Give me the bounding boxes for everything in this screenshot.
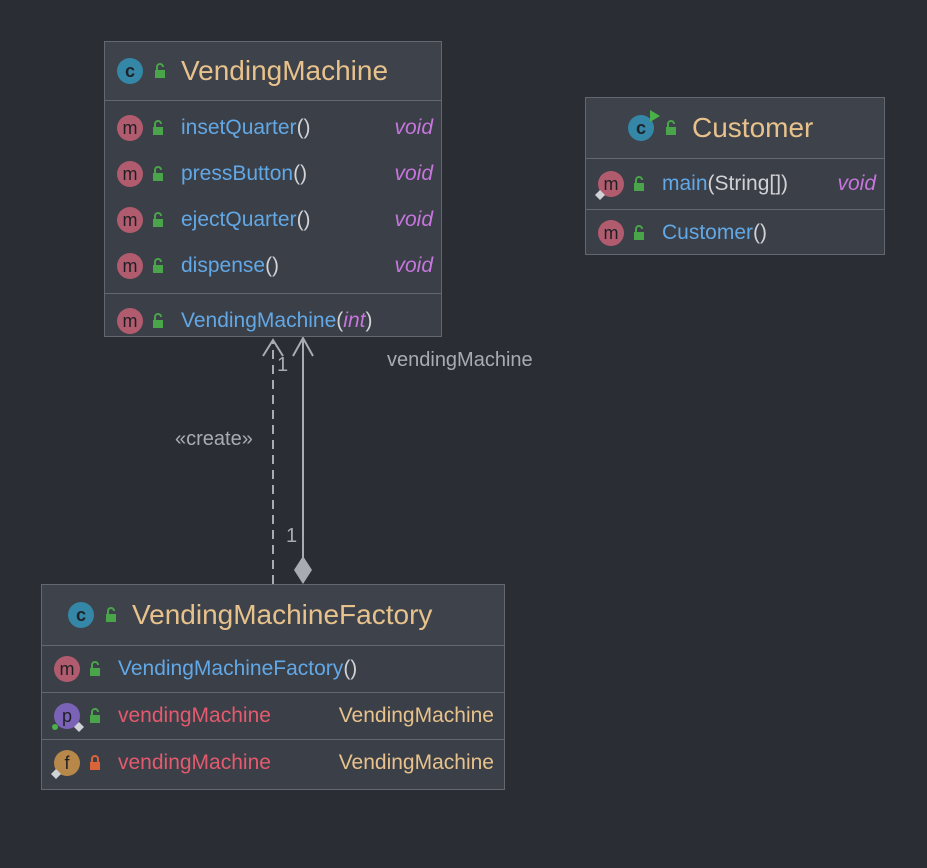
class-icon: c — [117, 58, 143, 84]
method-row[interactable]: m insetQuarter() void — [105, 105, 441, 151]
class-title: Customer — [692, 112, 814, 143]
unlocked-padlock-icon — [153, 258, 163, 273]
class-icon: c — [68, 602, 94, 628]
method-icon: m — [117, 207, 143, 233]
property-name: vendingMachine — [118, 704, 271, 727]
locked-padlock-icon — [90, 755, 100, 770]
method-row[interactable]: m ejectQuarter() void — [105, 197, 441, 243]
method-icon: m — [117, 253, 143, 279]
unlocked-padlock-icon — [90, 661, 100, 676]
return-type: void — [837, 172, 876, 195]
unlocked-padlock-icon — [634, 176, 644, 191]
method-name: pressButton() — [181, 162, 308, 185]
class-vendingmachine[interactable]: c VendingMachine m insetQuarter() void m… — [104, 41, 442, 337]
aggregation-diamond — [294, 556, 312, 584]
method-name: ejectQuarter() — [181, 208, 311, 231]
return-type: void — [394, 254, 433, 277]
properties-section: p vendingMachine VendingMachine — [42, 693, 504, 740]
field-type: VendingMachine — [338, 751, 494, 774]
unlocked-padlock-icon — [90, 708, 100, 723]
constructor-name: VendingMachine(int) — [181, 309, 373, 332]
constructor-row[interactable]: m VendingMachine(int) — [105, 298, 441, 344]
method-name: insetQuarter() — [181, 116, 311, 139]
static-marker-icon — [74, 722, 84, 732]
property-row[interactable]: p vendingMachine VendingMachine — [42, 693, 504, 739]
method-icon: m — [117, 161, 143, 187]
class-header: c VendingMachineFactory — [42, 585, 504, 646]
create-stereotype-label: «create» — [175, 428, 253, 450]
fields-section: f vendingMachine VendingMachine — [42, 740, 504, 786]
method-icon: m — [117, 308, 143, 334]
class-title: VendingMachine — [181, 55, 389, 86]
class-customer[interactable]: c Customer m main(String[]) void m Custo… — [585, 97, 885, 255]
methods-section: m main(String[]) void — [586, 159, 884, 210]
constructor-row[interactable]: m VendingMachineFactory() — [42, 646, 504, 692]
method-row[interactable]: m dispense() void — [105, 243, 441, 289]
static-marker-icon — [51, 769, 61, 779]
method-name: dispense() — [181, 254, 280, 277]
property-icon: p — [52, 703, 84, 732]
class-vendingmachinefactory[interactable]: c VendingMachineFactory m VendingMachine… — [41, 584, 505, 790]
constructors-section: m VendingMachineFactory() — [42, 646, 504, 693]
static-method-icon: m — [595, 171, 624, 200]
method-row[interactable]: m pressButton() void — [105, 151, 441, 197]
class-title: VendingMachineFactory — [132, 599, 433, 630]
field-icon: f — [51, 750, 80, 779]
method-icon: m — [598, 220, 624, 246]
constructors-section: m VendingMachine(int) — [105, 294, 441, 348]
method-icon: m — [117, 115, 143, 141]
unlocked-padlock-icon — [153, 166, 163, 181]
constructor-name: Customer() — [662, 221, 768, 244]
constructors-section: m Customer() — [586, 210, 884, 256]
unlocked-padlock-icon — [634, 225, 644, 240]
run-icon — [650, 110, 660, 122]
unlocked-padlock-icon — [106, 607, 116, 622]
unlocked-padlock-icon — [153, 212, 163, 227]
unlocked-padlock-icon — [153, 120, 163, 135]
method-icon: m — [54, 656, 80, 682]
unlocked-padlock-icon — [153, 313, 163, 328]
getter-dot-icon — [52, 724, 58, 730]
class-header: c Customer — [586, 98, 884, 159]
method-name: main(String[]) — [662, 172, 789, 195]
methods-section: m insetQuarter() void m pressButton() vo… — [105, 101, 441, 294]
field-name: vendingMachine — [118, 751, 271, 774]
static-marker-icon — [595, 190, 605, 200]
field-row[interactable]: f vendingMachine VendingMachine — [42, 740, 504, 786]
unlocked-padlock-icon — [155, 63, 165, 78]
unlocked-padlock-icon — [666, 120, 676, 135]
return-type: void — [394, 116, 433, 139]
constructor-name: VendingMachineFactory() — [118, 657, 358, 680]
constructor-row[interactable]: m Customer() — [586, 210, 884, 256]
method-row[interactable]: m main(String[]) void — [586, 161, 884, 207]
return-type: void — [394, 162, 433, 185]
return-type: void — [394, 208, 433, 231]
multiplicity-bottom: 1 — [286, 525, 298, 547]
multiplicity-top: 1 — [277, 354, 289, 376]
class-icon: c — [628, 110, 660, 141]
property-type: VendingMachine — [338, 704, 494, 727]
role-label: vendingMachine — [387, 349, 533, 371]
class-header: c VendingMachine — [105, 42, 441, 101]
